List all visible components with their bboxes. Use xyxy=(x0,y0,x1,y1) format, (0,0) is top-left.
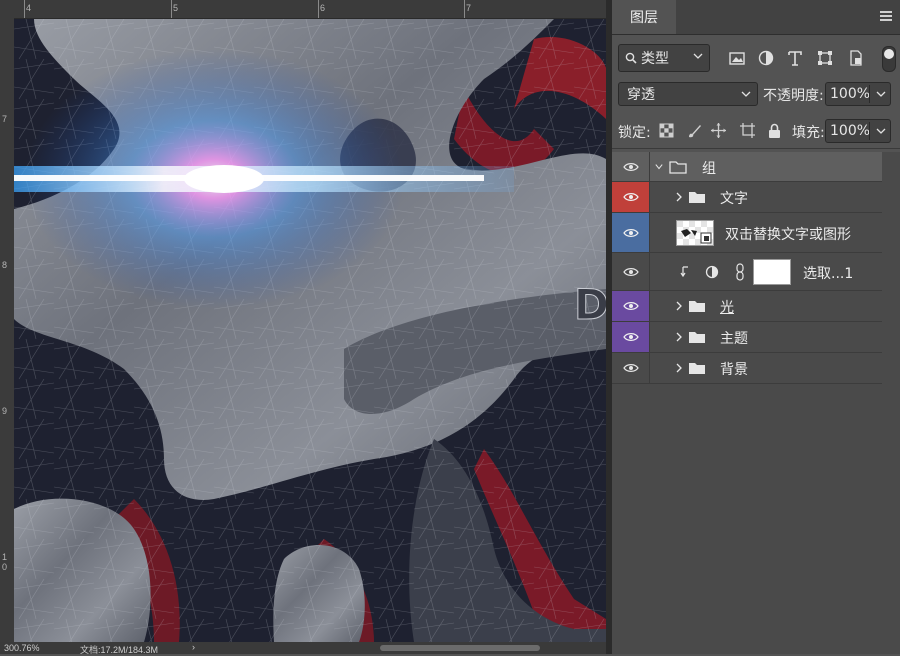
layer-row-text-group[interactable]: 文字 xyxy=(612,182,882,213)
ruler-number: 7 xyxy=(2,114,8,124)
layer-row-group-main[interactable]: 组 xyxy=(612,152,882,182)
filter-type-icon[interactable] xyxy=(786,49,804,67)
divider xyxy=(612,148,900,149)
chevron-down-icon xyxy=(741,91,751,97)
status-menu-arrow[interactable]: › xyxy=(192,642,195,652)
opacity-input[interactable]: 100% xyxy=(825,82,891,106)
folder-icon xyxy=(689,192,705,203)
eye-icon xyxy=(622,193,639,201)
ruler-number: 8 xyxy=(2,260,8,270)
clipping-mask-icon xyxy=(680,266,688,278)
layer-row-background-group[interactable]: 背景 xyxy=(612,353,882,384)
lock-transparent-pixels-icon[interactable] xyxy=(658,122,675,139)
ruler-left[interactable]: 7 8 9 1 0 xyxy=(0,18,15,642)
layers-panel: 图层 类型 穿透 不透明度: 100% 锁定: 填充: 100% 组 文字 双击… xyxy=(612,0,900,654)
eye-icon xyxy=(622,267,639,276)
eye-icon xyxy=(622,333,639,341)
svg-text:D: D xyxy=(574,280,606,329)
ruler-number: 9 xyxy=(2,406,8,416)
chevron-down-icon[interactable] xyxy=(876,89,886,99)
visibility-toggle[interactable] xyxy=(612,182,650,212)
layer-filter-row: 类型 xyxy=(612,44,900,74)
lock-all-icon[interactable] xyxy=(766,122,783,139)
chevron-down-icon[interactable] xyxy=(876,126,886,136)
lock-fill-row: 锁定: 填充: 100% xyxy=(612,118,900,146)
eye-icon xyxy=(622,228,639,237)
opacity-value: 100% xyxy=(830,86,871,102)
folder-icon xyxy=(689,332,705,343)
filter-kind-select[interactable]: 类型 xyxy=(618,44,710,72)
document-info: 文档:17.2M/184.3M xyxy=(80,645,159,655)
chevron-right-icon[interactable] xyxy=(675,332,683,342)
ruler-number: 6 xyxy=(320,3,326,13)
filter-shape-icon[interactable] xyxy=(816,49,834,67)
layer-mask-thumbnail[interactable] xyxy=(753,259,791,285)
fill-input[interactable]: 100% xyxy=(825,119,891,143)
chevron-right-icon[interactable] xyxy=(675,363,683,373)
chevron-down-icon[interactable] xyxy=(655,162,663,172)
visibility-toggle[interactable] xyxy=(612,253,650,290)
layer-name[interactable]: 主题 xyxy=(720,328,748,348)
visibility-toggle[interactable] xyxy=(612,152,650,181)
lock-artboard-icon[interactable] xyxy=(739,122,756,139)
fill-label: 填充: xyxy=(792,125,825,141)
lock-image-pixels-icon[interactable] xyxy=(686,122,703,139)
lock-label: 锁定: xyxy=(618,125,651,141)
lock-position-icon[interactable] xyxy=(710,122,727,139)
layer-row-light-group[interactable]: 光 xyxy=(612,291,882,322)
opacity-label: 不透明度: xyxy=(763,88,824,104)
horizontal-scrollbar[interactable] xyxy=(380,645,540,651)
tab-layers[interactable]: 图层 xyxy=(612,0,676,34)
layer-name[interactable]: 选取...1 xyxy=(803,263,853,283)
filter-adjustment-icon[interactable] xyxy=(757,49,775,67)
ruler-corner xyxy=(0,0,14,18)
ruler-number: 7 xyxy=(466,3,472,13)
layer-name[interactable]: 双击替换文字或图形 xyxy=(725,224,851,244)
layer-row-selective-color[interactable]: 选取...1 xyxy=(612,253,882,291)
document-canvas-area[interactable]: 4 5 6 7 7 8 9 1 0 D 300.76% 文档:17.2M/184… xyxy=(0,0,606,655)
layer-name[interactable]: 组 xyxy=(702,158,716,178)
panel-menu-icon[interactable] xyxy=(880,11,892,21)
ruler-top[interactable]: 4 5 6 7 xyxy=(14,0,606,19)
filter-smart-object-icon[interactable] xyxy=(847,49,865,67)
fill-value: 100% xyxy=(830,123,871,139)
layer-name[interactable]: 光 xyxy=(720,297,734,317)
ruler-number: 5 xyxy=(173,3,179,13)
folder-icon xyxy=(669,161,687,174)
filter-pixel-icon[interactable] xyxy=(728,49,746,67)
smart-object-thumbnail-icon xyxy=(677,221,713,245)
link-icon[interactable] xyxy=(735,263,745,281)
layer-row-theme-group[interactable]: 主题 xyxy=(612,322,882,353)
blend-mode-select[interactable]: 穿透 xyxy=(618,82,758,106)
chevron-right-icon[interactable] xyxy=(675,192,683,202)
layers-list: 组 文字 双击替换文字或图形 选取...1 光 主题 背景 xyxy=(612,152,900,654)
folder-icon xyxy=(689,363,705,374)
blend-opacity-row: 穿透 不透明度: 100% xyxy=(612,82,900,110)
search-icon xyxy=(625,52,637,64)
eye-icon xyxy=(622,364,639,372)
visibility-toggle[interactable] xyxy=(612,353,650,383)
zoom-level[interactable]: 300.76% xyxy=(4,643,40,653)
layer-name[interactable]: 背景 xyxy=(720,359,748,379)
eye-icon xyxy=(622,162,639,171)
visibility-toggle[interactable] xyxy=(612,322,650,352)
ruler-number: 1 0 xyxy=(2,552,8,572)
layer-name[interactable]: 文字 xyxy=(720,188,748,208)
artwork-image: D xyxy=(14,19,606,642)
layer-row-smart-object[interactable]: 双击替换文字或图形 xyxy=(612,213,882,253)
ruler-number: 4 xyxy=(26,3,32,13)
chevron-down-icon xyxy=(693,53,703,59)
chevron-right-icon[interactable] xyxy=(675,301,683,311)
visibility-toggle[interactable] xyxy=(612,291,650,321)
visibility-toggle[interactable] xyxy=(612,213,650,252)
folder-icon xyxy=(689,301,705,312)
panel-header: 图层 xyxy=(612,0,900,35)
layer-thumbnail[interactable] xyxy=(676,220,714,246)
filter-toggle[interactable] xyxy=(882,46,896,72)
eye-icon xyxy=(622,302,639,310)
filter-kind-label: 类型 xyxy=(641,51,669,67)
blend-mode-value: 穿透 xyxy=(627,87,655,103)
adjustment-layer-icon xyxy=(705,265,719,279)
